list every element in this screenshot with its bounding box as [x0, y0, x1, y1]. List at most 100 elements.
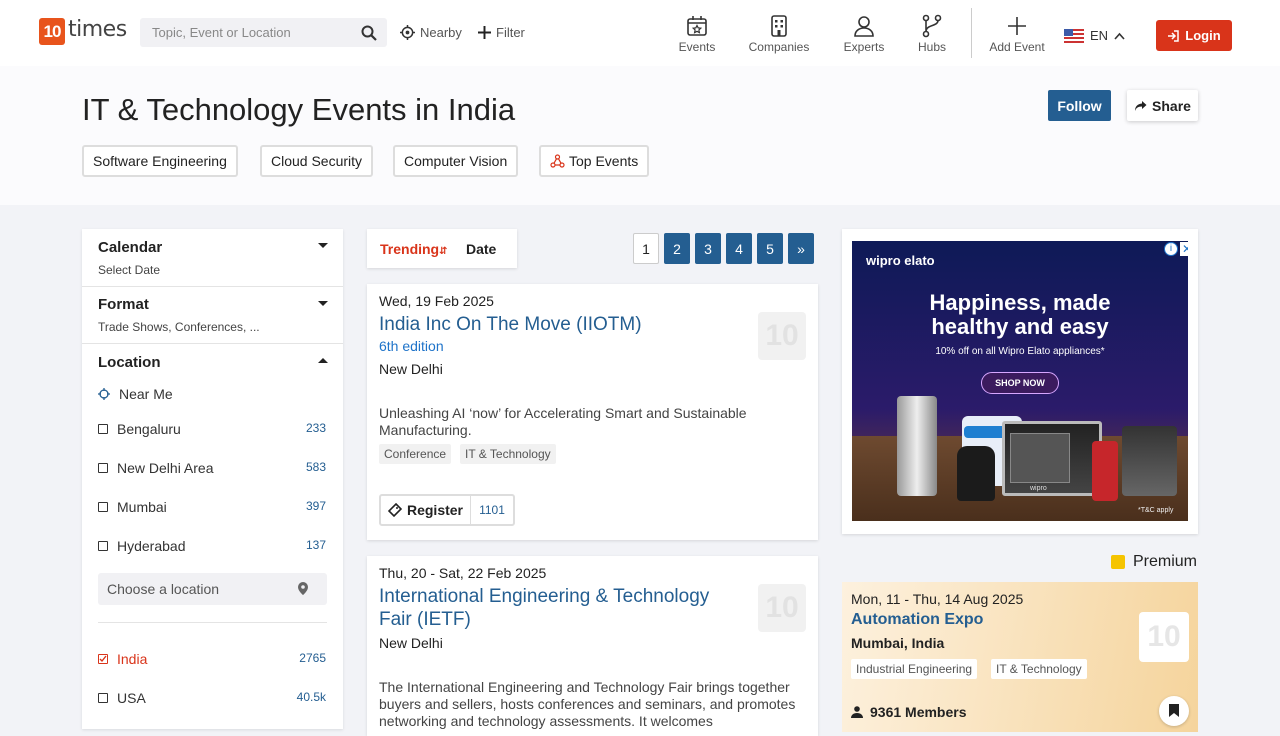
- page-banner: [0, 66, 1280, 205]
- map-pin-icon: [298, 582, 308, 595]
- next-page-button[interactable]: »: [788, 233, 814, 264]
- location-count: 397: [305, 499, 326, 513]
- checkbox[interactable]: [98, 693, 108, 703]
- ad-banner[interactable]: wipro elato i ✕ Happiness, made healthy …: [852, 241, 1188, 521]
- share-button[interactable]: Share: [1127, 90, 1198, 121]
- location-name: Hyderabad: [117, 538, 186, 554]
- ad-info-icon[interactable]: i: [1164, 242, 1178, 256]
- login-button[interactable]: Login: [1156, 20, 1232, 51]
- logo-text: times: [68, 17, 127, 42]
- event-description: The International Engineering and Techno…: [379, 679, 796, 729]
- checked-checkbox[interactable]: [98, 654, 108, 664]
- location-option-new-delhi[interactable]: New Delhi Area: [98, 460, 214, 476]
- chip-computer-vision[interactable]: Computer Vision: [393, 145, 519, 177]
- tab-date[interactable]: Date: [466, 241, 496, 257]
- nav-events[interactable]: Events: [662, 14, 732, 54]
- location-name: Bengaluru: [117, 421, 181, 437]
- register-button[interactable]: Register: [381, 496, 471, 524]
- location-option-bengaluru[interactable]: Bengaluru: [98, 421, 181, 437]
- chip-cloud-security[interactable]: Cloud Security: [260, 145, 374, 177]
- checkbox[interactable]: [98, 541, 108, 551]
- event-tag[interactable]: IT & Technology: [460, 444, 556, 464]
- nav-hubs-label: Hubs: [917, 40, 946, 54]
- nav-experts[interactable]: Experts: [829, 14, 899, 54]
- filter-button[interactable]: Filter: [478, 25, 525, 40]
- bookmark-button[interactable]: [1159, 696, 1189, 726]
- location-filter-title: Location: [98, 354, 161, 371]
- add-event-button[interactable]: Add Event: [982, 14, 1052, 54]
- ad-close-icon[interactable]: ✕: [1180, 242, 1188, 256]
- page-2-button[interactable]: 2: [664, 233, 690, 264]
- near-me-option[interactable]: Near Me: [98, 386, 173, 402]
- premium-event-card[interactable]: Mon, 11 - Thu, 14 Aug 2025 Automation Ex…: [842, 582, 1198, 732]
- tab-trending[interactable]: Trending⇵: [380, 241, 448, 257]
- nearby-button[interactable]: Nearby: [400, 25, 462, 40]
- nav-hubs[interactable]: Hubs: [897, 14, 967, 54]
- chip-software-engineering[interactable]: Software Engineering: [82, 145, 238, 177]
- logo-mark: 10: [39, 18, 65, 45]
- event-tag[interactable]: Conference: [379, 444, 452, 464]
- checkbox[interactable]: [98, 463, 108, 473]
- members-count: 9361 Members: [870, 704, 967, 720]
- ad-brand: wipro elato: [866, 253, 935, 268]
- ad-offer: 10% off on all Wipro Elato appliances*: [935, 346, 1105, 357]
- language-selector[interactable]: EN: [1064, 28, 1125, 43]
- event-tag[interactable]: IT & Technology: [991, 659, 1087, 679]
- location-option-mumbai[interactable]: Mumbai: [98, 499, 167, 515]
- premium-event-title[interactable]: Automation Expo: [851, 611, 983, 629]
- user-icon: [851, 706, 863, 718]
- nav-companies[interactable]: Companies: [744, 14, 814, 54]
- page-5-button[interactable]: 5: [757, 233, 783, 264]
- network-icon: [550, 154, 565, 168]
- chip-top-events-label: Top Events: [569, 153, 639, 169]
- plus-icon: [478, 26, 491, 39]
- ad-headline: Happiness, made healthy and easy: [852, 291, 1188, 339]
- premium-event-date: Mon, 11 - Thu, 14 Aug 2025: [851, 591, 1024, 607]
- event-date: Wed, 19 Feb 2025: [379, 293, 494, 309]
- country-option-india[interactable]: India: [98, 651, 147, 667]
- tab-trending-label: Trending: [380, 241, 440, 257]
- premium-text: Premium: [1133, 553, 1198, 570]
- checkbox[interactable]: [98, 424, 108, 434]
- event-card[interactable]: Thu, 20 - Sat, 22 Feb 2025 International…: [367, 556, 818, 736]
- page-4-button[interactable]: 4: [726, 233, 752, 264]
- grill-image: [1122, 426, 1177, 496]
- us-flag-icon: [1064, 28, 1084, 43]
- branch-icon: [922, 14, 942, 38]
- chip-top-events[interactable]: Top Events: [539, 145, 650, 177]
- chevron-down-icon: [318, 243, 328, 248]
- location-input[interactable]: [98, 573, 288, 605]
- search-icon[interactable]: [361, 25, 377, 41]
- chevron-up-icon: [318, 358, 328, 363]
- event-title[interactable]: International Engineering & Technology F…: [379, 585, 739, 631]
- location-count: 583: [305, 460, 326, 474]
- format-filter-title: Format: [98, 296, 149, 313]
- sort-tabs: Trending⇵ Date: [367, 229, 517, 268]
- advertisement: wipro elato i ✕ Happiness, made healthy …: [842, 229, 1198, 534]
- premium-badge-icon: [1111, 555, 1125, 569]
- event-card[interactable]: Wed, 19 Feb 2025 India Inc On The Move (…: [367, 284, 818, 540]
- filter-label: Filter: [496, 25, 525, 40]
- sort-arrows-icon: ⇵: [439, 246, 448, 257]
- premium-members: 9361 Members: [851, 704, 967, 720]
- share-label: Share: [1152, 97, 1191, 114]
- location-search: [98, 573, 327, 605]
- page-3-button[interactable]: 3: [695, 233, 721, 264]
- follow-button[interactable]: Follow: [1048, 90, 1111, 121]
- register-label: Register: [406, 502, 464, 518]
- calendar-filter-value: Select Date: [98, 263, 161, 277]
- location-option-hyderabad[interactable]: Hyderabad: [98, 538, 186, 554]
- checkbox[interactable]: [98, 502, 108, 512]
- nav-experts-label: Experts: [843, 40, 885, 54]
- event-title[interactable]: India Inc On The Move (IIOTM): [379, 313, 642, 336]
- country-option-usa[interactable]: USA: [98, 690, 146, 706]
- calendar-star-icon: [687, 16, 707, 36]
- search-input[interactable]: [140, 18, 350, 47]
- ad-shop-now-button[interactable]: SHOP NOW: [981, 372, 1059, 394]
- nav-companies-label: Companies: [748, 40, 810, 54]
- format-filter-value: Trade Shows, Conferences, ...: [98, 320, 260, 334]
- event-edition[interactable]: 6th edition: [379, 338, 444, 354]
- event-city: New Delhi: [379, 361, 443, 377]
- page-1-button[interactable]: 1: [633, 233, 659, 264]
- event-tag[interactable]: Industrial Engineering: [851, 659, 978, 679]
